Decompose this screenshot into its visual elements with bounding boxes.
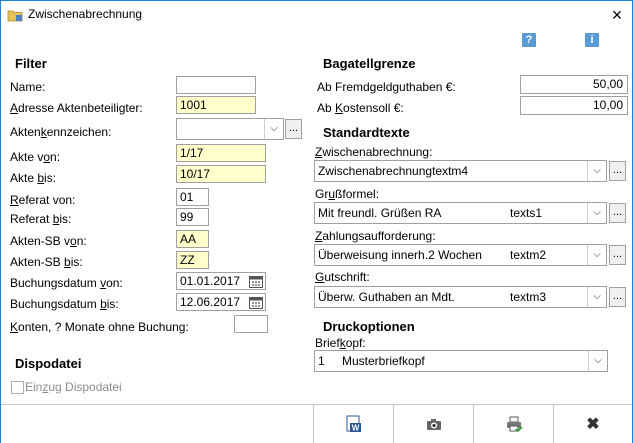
word-export-button[interactable]: W <box>313 405 393 443</box>
dispodatei-heading: Dispodatei <box>15 356 82 371</box>
chevron-down-icon[interactable]: ⌵ <box>587 245 606 265</box>
gutschrift-label: Gutschrift: <box>315 270 370 284</box>
filter-heading: Filter <box>15 56 47 71</box>
einzug-checkbox[interactable] <box>11 381 24 394</box>
aktenkennzeichen-browse-button[interactable]: ... <box>285 119 302 139</box>
chevron-down-icon[interactable]: ⌵ <box>264 119 283 139</box>
help-icon[interactable]: ? <box>522 33 536 47</box>
name-label: Name: <box>10 80 46 94</box>
gruss-browse-button[interactable]: ... <box>609 203 626 223</box>
sb-von-label: Akten-SB von: <box>10 234 87 248</box>
gutschrift-combo[interactable]: Überw. Guthaben an Mdt. textm3 ⌵ <box>314 286 607 308</box>
name-field[interactable] <box>176 76 256 94</box>
printer-icon <box>506 416 523 432</box>
zahlung-label: Zahlungsaufforderung: <box>315 229 436 243</box>
referat-bis-field[interactable]: 99 <box>176 208 209 226</box>
kostensoll-label: Ab Kostensoll €: <box>317 101 404 115</box>
chevron-down-icon[interactable]: ⌵ <box>587 203 606 223</box>
briefkopf-combo[interactable]: 1 Musterbriefkopf ⌵ <box>314 350 608 372</box>
aktenkennzeichen-label: Aktenkennzeichen: <box>10 125 112 139</box>
bagatell-heading: Bagatellgrenze <box>323 56 416 71</box>
window-title: Zwischenabrechnung <box>28 7 143 21</box>
gruss-label: Grußformel: <box>315 187 380 201</box>
chevron-down-icon[interactable]: ⌵ <box>587 161 606 181</box>
camera-button[interactable] <box>393 405 473 443</box>
buchung-bis-label: Buchungsdatum bis: <box>10 297 119 311</box>
adresse-label: Adresse Aktenbeteiligter: <box>10 101 143 115</box>
calendar-icon[interactable] <box>249 275 263 288</box>
svg-text:W: W <box>351 424 359 433</box>
standardtexte-heading: Standardtexte <box>323 125 410 140</box>
folder-app-icon <box>7 10 23 22</box>
konten-label: Konten, ? Monate ohne Buchung: <box>10 320 189 334</box>
window-close-button[interactable]: × <box>604 3 630 27</box>
gruss-combo[interactable]: Mit freundl. Grüßen RA texts1 ⌵ <box>314 202 607 224</box>
fremdgeld-field[interactable]: 50,00 <box>520 75 628 94</box>
chevron-down-icon[interactable]: ⌵ <box>587 287 606 307</box>
print-button[interactable] <box>473 405 553 443</box>
sb-bis-field[interactable]: ZZ <box>176 251 209 269</box>
buchung-von-label: Buchungsdatum von: <box>10 276 123 290</box>
akte-von-field[interactable]: 1/17 <box>176 144 266 162</box>
zwischen-browse-button[interactable]: ... <box>609 161 626 181</box>
aktenkennzeichen-combo[interactable]: ⌵ <box>176 118 284 140</box>
konten-field[interactable] <box>234 315 268 333</box>
referat-bis-label: Referat bis: <box>10 212 72 226</box>
info-icon[interactable]: i <box>585 33 599 47</box>
dialog-window: Zwischenabrechnung × ? i Filter Name: Ad… <box>0 0 633 443</box>
zwischen-combo[interactable]: Zwischenabrechnungtextm4 ⌵ <box>314 160 607 182</box>
kostensoll-field[interactable]: 10,00 <box>520 96 628 115</box>
fremdgeld-label: Ab Fremdgeldguthaben €: <box>317 80 456 94</box>
referat-von-field[interactable]: 01 <box>176 188 209 206</box>
close-button[interactable]: ✖ <box>553 405 632 443</box>
title-bar: Zwischenabrechnung × <box>1 1 632 31</box>
zwischen-label: Zwischenabrechnung: <box>315 145 433 159</box>
akte-bis-field[interactable]: 10/17 <box>176 165 266 183</box>
akte-bis-label: Akte bis: <box>10 171 57 185</box>
adresse-field[interactable]: 1001 <box>176 96 256 114</box>
sb-bis-label: Akten-SB bis: <box>10 255 83 269</box>
chevron-down-icon[interactable]: ⌵ <box>588 351 607 371</box>
zahlung-combo[interactable]: Überweisung innerh.2 Wochen textm2 ⌵ <box>314 244 607 266</box>
referat-von-label: Referat von: <box>10 193 76 207</box>
druckoptionen-heading: Druckoptionen <box>323 319 415 334</box>
akte-von-label: Akte von: <box>10 150 61 164</box>
calendar-icon[interactable] <box>249 296 263 309</box>
camera-icon <box>426 419 441 430</box>
close-icon: ✖ <box>586 416 600 433</box>
gutschrift-browse-button[interactable]: ... <box>609 287 626 307</box>
footer-toolbar: W ✖ <box>1 404 632 443</box>
sb-von-field[interactable]: AA <box>176 230 209 248</box>
einzug-label: Einzug Dispodatei <box>25 380 122 394</box>
briefkopf-label: Briefkopf: <box>315 336 366 350</box>
word-export-icon: W <box>346 415 361 433</box>
zahlung-browse-button[interactable]: ... <box>609 245 626 265</box>
